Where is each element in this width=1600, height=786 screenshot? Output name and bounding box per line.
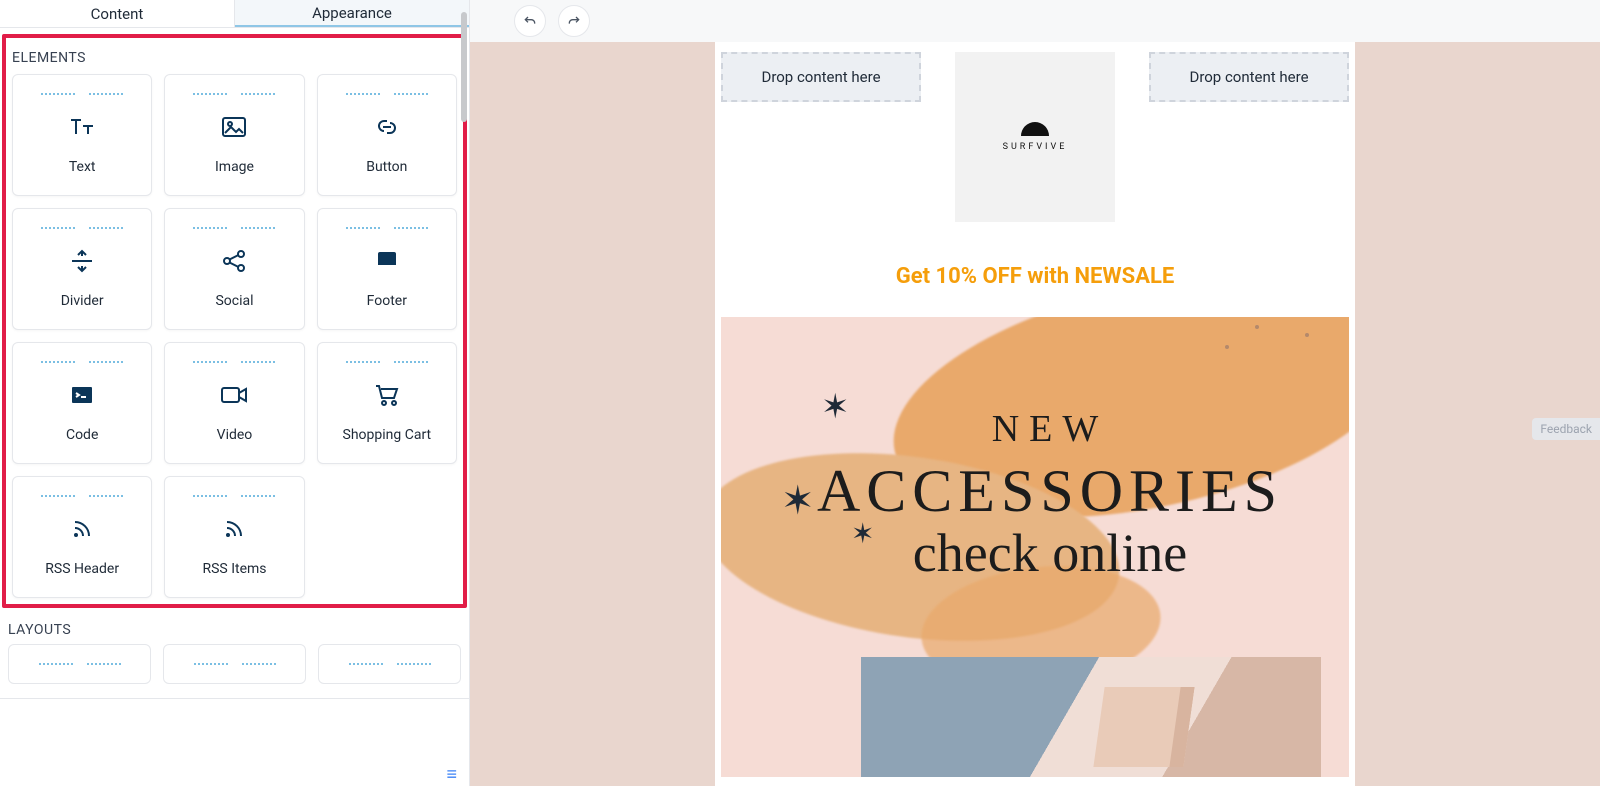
elements-highlight: ELEMENTS Text Image bbox=[2, 34, 467, 608]
divider-icon bbox=[69, 247, 95, 275]
drag-handle-icon bbox=[193, 361, 275, 363]
drag-handle-icon bbox=[346, 361, 428, 363]
code-icon bbox=[70, 381, 94, 409]
element-label: Shopping Cart bbox=[343, 427, 432, 445]
element-text[interactable]: Text bbox=[12, 74, 152, 196]
panel-resize-handle[interactable]: ≡ bbox=[446, 772, 457, 778]
drag-handle-icon bbox=[41, 227, 123, 229]
video-icon bbox=[220, 381, 248, 409]
rss-icon bbox=[71, 515, 93, 543]
drag-handle-icon bbox=[41, 361, 123, 363]
drag-handle-icon bbox=[193, 227, 275, 229]
elements-section-title: ELEMENTS bbox=[12, 40, 457, 74]
element-rss-header[interactable]: RSS Header bbox=[12, 476, 152, 598]
element-rss-items[interactable]: RSS Items bbox=[164, 476, 304, 598]
drag-handle-icon bbox=[346, 227, 428, 229]
element-divider[interactable]: Divider bbox=[12, 208, 152, 330]
share-icon bbox=[221, 247, 247, 275]
feedback-tab[interactable]: Feedback bbox=[1532, 418, 1600, 440]
tab-appearance[interactable]: Appearance bbox=[235, 0, 469, 27]
element-label: RSS Header bbox=[45, 561, 119, 579]
hero-line-1: NEW bbox=[781, 407, 1319, 451]
drag-handle-icon bbox=[193, 93, 275, 95]
element-label: Video bbox=[217, 427, 253, 445]
undo-button[interactable] bbox=[514, 5, 546, 37]
decorative-dot bbox=[1225, 345, 1229, 349]
header-row: Drop content here SURFVIVE Drop content … bbox=[715, 52, 1355, 246]
element-image[interactable]: Image bbox=[164, 74, 304, 196]
element-label: RSS Items bbox=[202, 561, 266, 579]
drag-handle-icon bbox=[41, 93, 123, 95]
element-footer[interactable]: Footer bbox=[317, 208, 457, 330]
brand-name: SURFVIVE bbox=[1003, 142, 1068, 152]
email-canvas[interactable]: Drop content here SURFVIVE Drop content … bbox=[715, 42, 1355, 786]
layout-option[interactable] bbox=[318, 644, 461, 684]
canvas-toolbar bbox=[470, 0, 1600, 42]
layout-option[interactable] bbox=[8, 644, 151, 684]
decorative-box bbox=[1093, 687, 1194, 767]
elements-grid: Text Image Button bbox=[12, 74, 457, 598]
element-social[interactable]: Social bbox=[164, 208, 304, 330]
decorative-dot bbox=[1305, 333, 1309, 337]
hero-line-2: ACCESSORIES bbox=[781, 457, 1319, 526]
layouts-section-title: LAYOUTS bbox=[0, 610, 469, 644]
cart-icon bbox=[374, 381, 400, 409]
layouts-row bbox=[0, 644, 469, 684]
element-label: Code bbox=[66, 427, 98, 445]
element-label: Button bbox=[366, 159, 407, 177]
drag-handle-icon bbox=[193, 495, 275, 497]
decorative-dot bbox=[1255, 325, 1259, 329]
rss-icon bbox=[223, 515, 245, 543]
decorative-photo bbox=[861, 657, 1321, 777]
dropzone-right[interactable]: Drop content here bbox=[1149, 52, 1349, 102]
sidebar-tabs: Content Appearance bbox=[0, 0, 469, 28]
footer-icon bbox=[376, 247, 398, 275]
element-label: Text bbox=[69, 159, 96, 177]
element-button[interactable]: Button bbox=[317, 74, 457, 196]
brand-logo-block[interactable]: SURFVIVE bbox=[955, 52, 1115, 222]
hero-image-block[interactable]: ✶ ✶ ✶ NEW ACCESSORIES check online bbox=[721, 317, 1349, 777]
layout-option[interactable] bbox=[163, 644, 306, 684]
element-shopping-cart[interactable]: Shopping Cart bbox=[317, 342, 457, 464]
hero-line-3: check online bbox=[781, 522, 1319, 584]
drag-handle-icon bbox=[346, 93, 428, 95]
canvas-area: Drop content here SURFVIVE Drop content … bbox=[470, 0, 1600, 786]
element-label: Image bbox=[215, 159, 254, 177]
hero-text: NEW ACCESSORIES check online bbox=[781, 407, 1319, 584]
link-icon bbox=[373, 113, 401, 141]
drag-handle-icon bbox=[41, 495, 123, 497]
tab-content[interactable]: Content bbox=[0, 0, 235, 27]
element-code[interactable]: Code bbox=[12, 342, 152, 464]
image-icon bbox=[221, 113, 247, 141]
element-label: Footer bbox=[367, 293, 407, 311]
sidebar-panel: Content Appearance ELEMENTS Text Image bbox=[0, 0, 470, 786]
redo-button[interactable] bbox=[558, 5, 590, 37]
logo-mark-icon bbox=[1021, 122, 1049, 136]
editor-stage: Drop content here SURFVIVE Drop content … bbox=[470, 42, 1600, 786]
element-label: Social bbox=[215, 293, 253, 311]
text-icon bbox=[68, 113, 96, 141]
sidebar-scrollbar[interactable] bbox=[461, 12, 467, 122]
dropzone-left[interactable]: Drop content here bbox=[721, 52, 921, 102]
element-label: Divider bbox=[61, 293, 104, 311]
promo-text[interactable]: Get 10% OFF with NEWSALE bbox=[715, 246, 1355, 317]
element-video[interactable]: Video bbox=[164, 342, 304, 464]
